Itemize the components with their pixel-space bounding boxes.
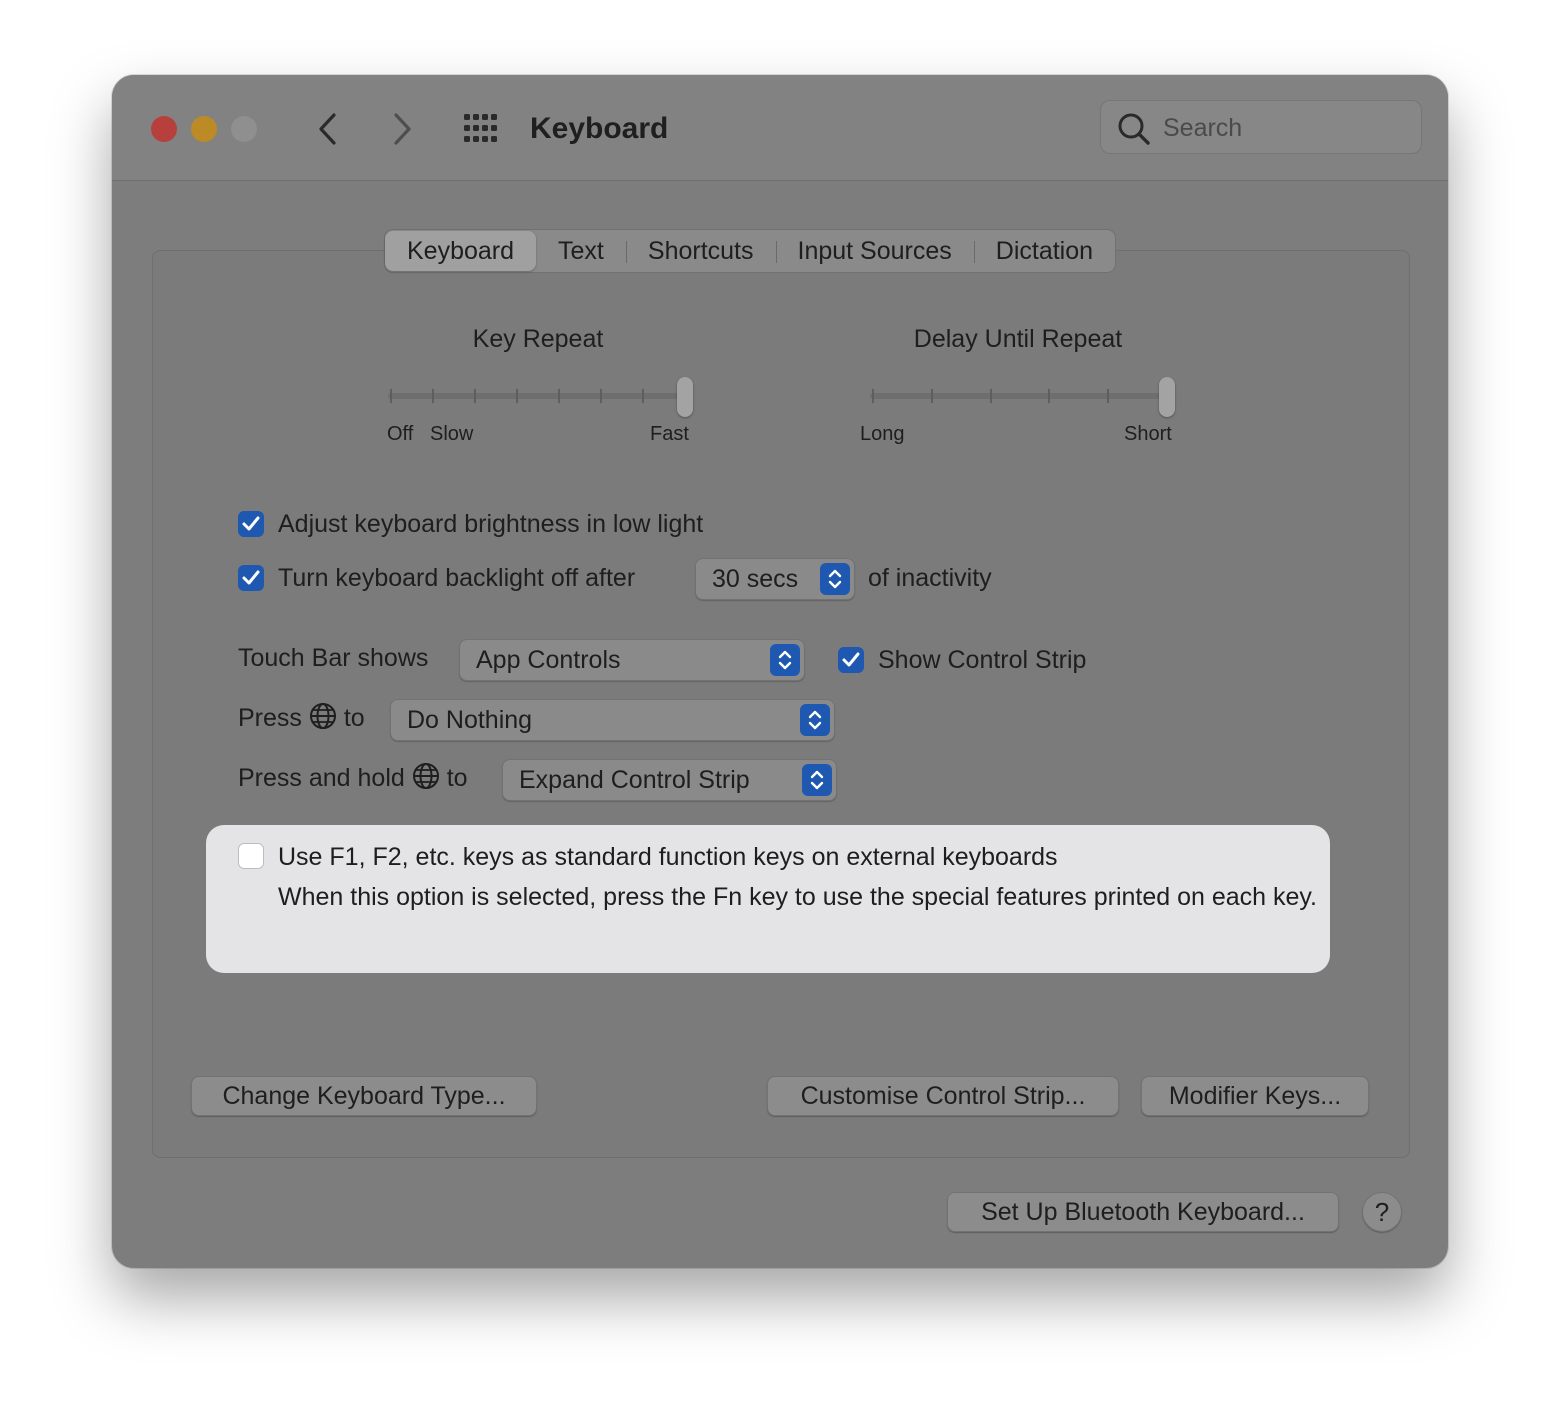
slider-tick bbox=[1048, 389, 1051, 403]
press-hold-globe-label: Press and hold to bbox=[238, 762, 468, 794]
press-globe-value: Do Nothing bbox=[407, 706, 533, 734]
backlight-timeout-value: 30 secs bbox=[712, 565, 799, 593]
slider-tick bbox=[390, 389, 392, 403]
search-field[interactable] bbox=[1100, 100, 1422, 154]
minimize-window-button[interactable] bbox=[191, 116, 217, 142]
tab-keyboard[interactable]: Keyboard bbox=[385, 231, 537, 271]
close-window-button[interactable] bbox=[151, 116, 177, 142]
forward-button[interactable] bbox=[382, 109, 422, 149]
tab-text[interactable]: Text bbox=[536, 231, 626, 271]
function-keys-description: When this option is selected, press the … bbox=[278, 883, 1318, 911]
customise-control-strip-button[interactable]: Customise Control Strip... bbox=[767, 1076, 1119, 1116]
adjust-brightness-label: Adjust keyboard brightness in low light bbox=[278, 510, 704, 538]
slider-knob[interactable] bbox=[1159, 377, 1175, 417]
delay-track bbox=[870, 393, 1166, 399]
globe-icon bbox=[309, 703, 336, 729]
slider-tick bbox=[642, 389, 644, 403]
inactivity-label: of inactivity bbox=[868, 564, 992, 592]
keyboard-preferences-window: Keyboard Keyboard Text Shortcuts Input S… bbox=[112, 75, 1448, 1268]
globe-icon bbox=[412, 763, 439, 789]
search-icon bbox=[1118, 113, 1150, 145]
show-control-strip-checkbox[interactable] bbox=[838, 647, 864, 673]
slider-tick bbox=[516, 389, 518, 403]
tab-input-sources[interactable]: Input Sources bbox=[775, 231, 974, 271]
slider-tick bbox=[558, 389, 560, 403]
updown-arrows-icon bbox=[802, 764, 832, 796]
window-title: Keyboard bbox=[530, 112, 669, 145]
key-repeat-slow-label: Slow bbox=[430, 423, 474, 445]
key-repeat-fast-label: Fast bbox=[650, 423, 689, 445]
zoom-window-button[interactable] bbox=[231, 116, 257, 142]
slider-tick bbox=[930, 389, 933, 403]
tab-shortcuts[interactable]: Shortcuts bbox=[625, 231, 776, 271]
backlight-timeout-popup[interactable]: 30 secs bbox=[695, 558, 855, 600]
delay-long-label: Long bbox=[860, 423, 905, 445]
slider-knob[interactable] bbox=[677, 377, 693, 417]
modifier-keys-button[interactable]: Modifier Keys... bbox=[1141, 1076, 1369, 1116]
function-keys-checkbox[interactable] bbox=[238, 843, 264, 869]
title-bar: Keyboard bbox=[112, 75, 1448, 181]
press-hold-globe-label-before: Press and hold bbox=[238, 764, 405, 792]
touch-bar-value: App Controls bbox=[476, 646, 621, 674]
press-globe-label-before: Press bbox=[238, 704, 302, 732]
touch-bar-popup[interactable]: App Controls bbox=[459, 639, 805, 681]
key-repeat-slider[interactable] bbox=[386, 373, 693, 421]
adjust-brightness-checkbox[interactable] bbox=[238, 511, 264, 537]
set-up-bluetooth-keyboard-button[interactable]: Set Up Bluetooth Keyboard... bbox=[947, 1192, 1339, 1232]
tab-bar: Keyboard Text Shortcuts Input Sources Di… bbox=[384, 229, 1117, 273]
updown-arrows-icon bbox=[800, 704, 830, 736]
updown-arrows-icon bbox=[820, 563, 850, 595]
delay-until-repeat-slider[interactable] bbox=[868, 373, 1175, 421]
press-hold-globe-label-after: to bbox=[446, 764, 468, 792]
slider-tick bbox=[432, 389, 434, 403]
press-hold-globe-value: Expand Control Strip bbox=[519, 766, 750, 794]
checkmark-icon bbox=[242, 570, 260, 585]
delay-until-repeat-title: Delay Until Repeat bbox=[913, 325, 1123, 353]
search-input[interactable] bbox=[1161, 109, 1405, 147]
press-hold-globe-popup[interactable]: Expand Control Strip bbox=[502, 759, 837, 801]
function-keys-label: Use F1, F2, etc. keys as standard functi… bbox=[278, 843, 1058, 871]
key-repeat-off-label: Off bbox=[387, 423, 414, 445]
show-control-strip-label: Show Control Strip bbox=[878, 646, 1087, 674]
checkmark-icon bbox=[242, 516, 260, 531]
slider-tick bbox=[474, 389, 476, 403]
grid-icon bbox=[464, 114, 497, 142]
slider-tick bbox=[989, 389, 992, 403]
press-globe-popup[interactable]: Do Nothing bbox=[390, 699, 835, 741]
press-globe-label-after: to bbox=[343, 704, 365, 732]
chevron-left-icon bbox=[319, 113, 336, 145]
key-repeat-title: Key Repeat bbox=[472, 325, 604, 353]
delay-short-label: Short bbox=[1124, 423, 1172, 445]
press-globe-label: Press to bbox=[238, 702, 365, 734]
backlight-off-label: Turn keyboard backlight off after bbox=[278, 564, 636, 592]
tab-dictation[interactable]: Dictation bbox=[973, 231, 1115, 271]
slider-tick bbox=[872, 389, 874, 403]
touch-bar-label: Touch Bar shows bbox=[238, 644, 429, 672]
slider-tick bbox=[1107, 389, 1110, 403]
change-keyboard-type-button[interactable]: Change Keyboard Type... bbox=[191, 1076, 537, 1116]
slider-tick bbox=[600, 389, 602, 403]
show-all-button[interactable] bbox=[462, 111, 502, 147]
updown-arrows-icon bbox=[770, 644, 800, 676]
checkmark-icon bbox=[842, 652, 860, 667]
back-button[interactable] bbox=[308, 109, 348, 149]
help-button[interactable]: ? bbox=[1362, 1192, 1402, 1232]
backlight-off-checkbox[interactable] bbox=[238, 565, 264, 591]
chevron-right-icon bbox=[394, 113, 411, 145]
